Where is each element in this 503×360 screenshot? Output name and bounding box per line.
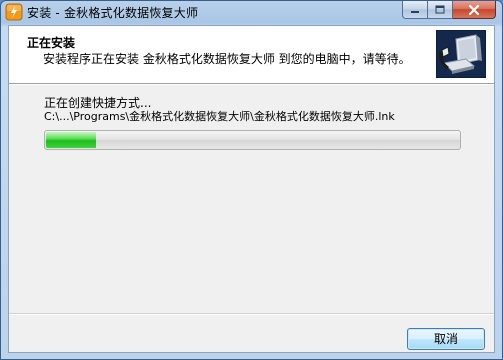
footer-divider	[9, 313, 494, 315]
close-icon	[468, 4, 480, 15]
header-panel: 正在安装 安装程序正在安装 金秋格式化数据恢复大师 到您的电脑中，请等待。	[9, 26, 494, 84]
title-bar[interactable]: 安装 - 金秋格式化数据恢复大师	[1, 1, 502, 25]
page-subtitle: 安装程序正在安装 金秋格式化数据恢复大师 到您的电脑中，请等待。	[43, 52, 411, 66]
close-button[interactable]	[453, 1, 496, 19]
window-title: 安装 - 金秋格式化数据恢复大师	[27, 6, 199, 20]
minimize-icon	[411, 10, 419, 13]
current-file-path: C:\...\Programs\金秋格式化数据恢复大师\金秋格式化数据恢复大师.…	[44, 110, 395, 123]
maximize-icon	[435, 5, 445, 14]
caption-buttons	[402, 1, 496, 20]
progress-fill	[46, 132, 96, 148]
installer-body: 正在安装 安装程序正在安装 金秋格式化数据恢复大师 到您的电脑中，请等待。 正在…	[8, 25, 495, 353]
cancel-button[interactable]: 取消	[407, 328, 485, 350]
page-title: 正在安装	[27, 36, 76, 50]
minimize-button[interactable]	[402, 1, 428, 19]
installer-window: 安装 - 金秋格式化数据恢复大师 正在安装 安装程序正在安装 金秋格式化数据恢复…	[0, 0, 503, 360]
maximize-button[interactable]	[428, 1, 453, 19]
installer-computer-icon	[436, 30, 486, 78]
app-icon	[5, 3, 23, 21]
header-divider	[9, 83, 494, 85]
install-progress-bar	[44, 130, 461, 150]
